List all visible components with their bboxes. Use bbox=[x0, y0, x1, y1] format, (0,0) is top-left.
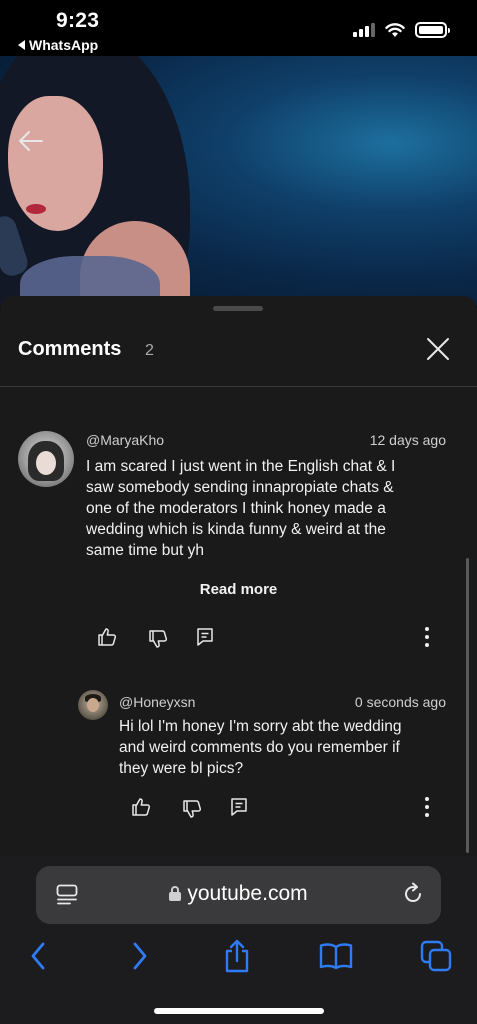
more-vert-icon[interactable] bbox=[424, 627, 430, 647]
back-icon bbox=[31, 942, 45, 970]
comment-age: 12 days ago bbox=[369, 432, 446, 448]
comment-line: Hi lol I'm honey I'm sorry abt the weddi… bbox=[119, 718, 402, 735]
comment-line: one of the moderators I think honey made… bbox=[86, 500, 386, 517]
bookmarks-button[interactable] bbox=[316, 936, 356, 976]
wifi-icon bbox=[385, 22, 405, 37]
address-bar[interactable]: youtube.com bbox=[36, 866, 441, 924]
comments-header: Comments 2 bbox=[0, 322, 477, 387]
status-bar: 9:23 WhatsApp bbox=[0, 0, 477, 56]
more-vert-icon[interactable] bbox=[424, 797, 430, 817]
bookmarks-icon bbox=[319, 943, 353, 970]
forward-icon bbox=[133, 942, 147, 970]
comment-body: Hi lol I'm honey I'm sorry abt the weddi… bbox=[119, 716, 401, 779]
video-frame-lips bbox=[26, 204, 46, 214]
close-icon[interactable] bbox=[425, 336, 451, 362]
read-more-button[interactable]: Read more bbox=[0, 581, 477, 598]
reply-icon[interactable] bbox=[229, 797, 249, 817]
comment-age: 0 seconds ago bbox=[354, 694, 446, 710]
reply-icon[interactable] bbox=[195, 627, 215, 647]
avatar[interactable] bbox=[18, 431, 74, 487]
comments-sheet: Comments 2 @MaryaKho 12 days ago I am sc… bbox=[0, 296, 477, 856]
scrollbar[interactable] bbox=[466, 558, 469, 853]
share-button[interactable] bbox=[217, 936, 257, 976]
reload-icon[interactable] bbox=[401, 882, 425, 906]
thumbs-down-icon[interactable] bbox=[182, 799, 202, 819]
comment-line: same time but yh bbox=[86, 542, 205, 559]
home-indicator[interactable] bbox=[154, 1008, 324, 1014]
comment-line: wedding which is kinda funny & weird at … bbox=[86, 521, 386, 538]
comment-body: I am scared I just went in the English c… bbox=[86, 456, 395, 561]
drag-handle[interactable] bbox=[213, 306, 263, 311]
clock-time: 9:23 bbox=[56, 9, 100, 32]
signal-icon bbox=[353, 23, 375, 37]
battery-icon bbox=[415, 22, 450, 38]
video-player[interactable] bbox=[0, 56, 477, 306]
back-app-label: WhatsApp bbox=[29, 37, 99, 53]
url-display[interactable]: youtube.com bbox=[36, 882, 441, 906]
comment-author[interactable]: @MaryaKho bbox=[86, 432, 164, 448]
browser-nav bbox=[0, 936, 477, 980]
comments-title: Comments bbox=[18, 338, 122, 360]
lock-icon bbox=[169, 886, 182, 901]
thumbs-up-icon[interactable] bbox=[97, 627, 117, 647]
back-button[interactable] bbox=[18, 936, 58, 976]
back-triangle-icon bbox=[18, 40, 25, 50]
back-to-app-link[interactable]: WhatsApp bbox=[18, 37, 98, 53]
domain-text: youtube.com bbox=[187, 882, 308, 905]
tabs-icon bbox=[420, 940, 452, 972]
comment-line: and weird comments do you remember if bbox=[119, 739, 400, 756]
comment-line: they were bl pics? bbox=[119, 760, 244, 777]
forward-button[interactable] bbox=[120, 936, 160, 976]
video-frame-face bbox=[8, 96, 103, 231]
thumbs-up-icon[interactable] bbox=[131, 797, 151, 817]
comments-count: 2 bbox=[145, 342, 154, 359]
tabs-button[interactable] bbox=[416, 936, 456, 976]
avatar[interactable] bbox=[78, 690, 108, 720]
browser-toolbar: youtube.com bbox=[0, 856, 477, 1024]
thumbs-down-icon[interactable] bbox=[148, 629, 168, 649]
share-icon bbox=[225, 939, 249, 973]
comment-line: saw somebody sending innapropiate chats … bbox=[86, 479, 394, 496]
comment-line: I am scared I just went in the English c… bbox=[86, 458, 396, 475]
arrow-left-icon[interactable] bbox=[18, 130, 44, 152]
status-icons bbox=[353, 22, 450, 38]
comment-author[interactable]: @Honeyxsn bbox=[119, 694, 195, 710]
